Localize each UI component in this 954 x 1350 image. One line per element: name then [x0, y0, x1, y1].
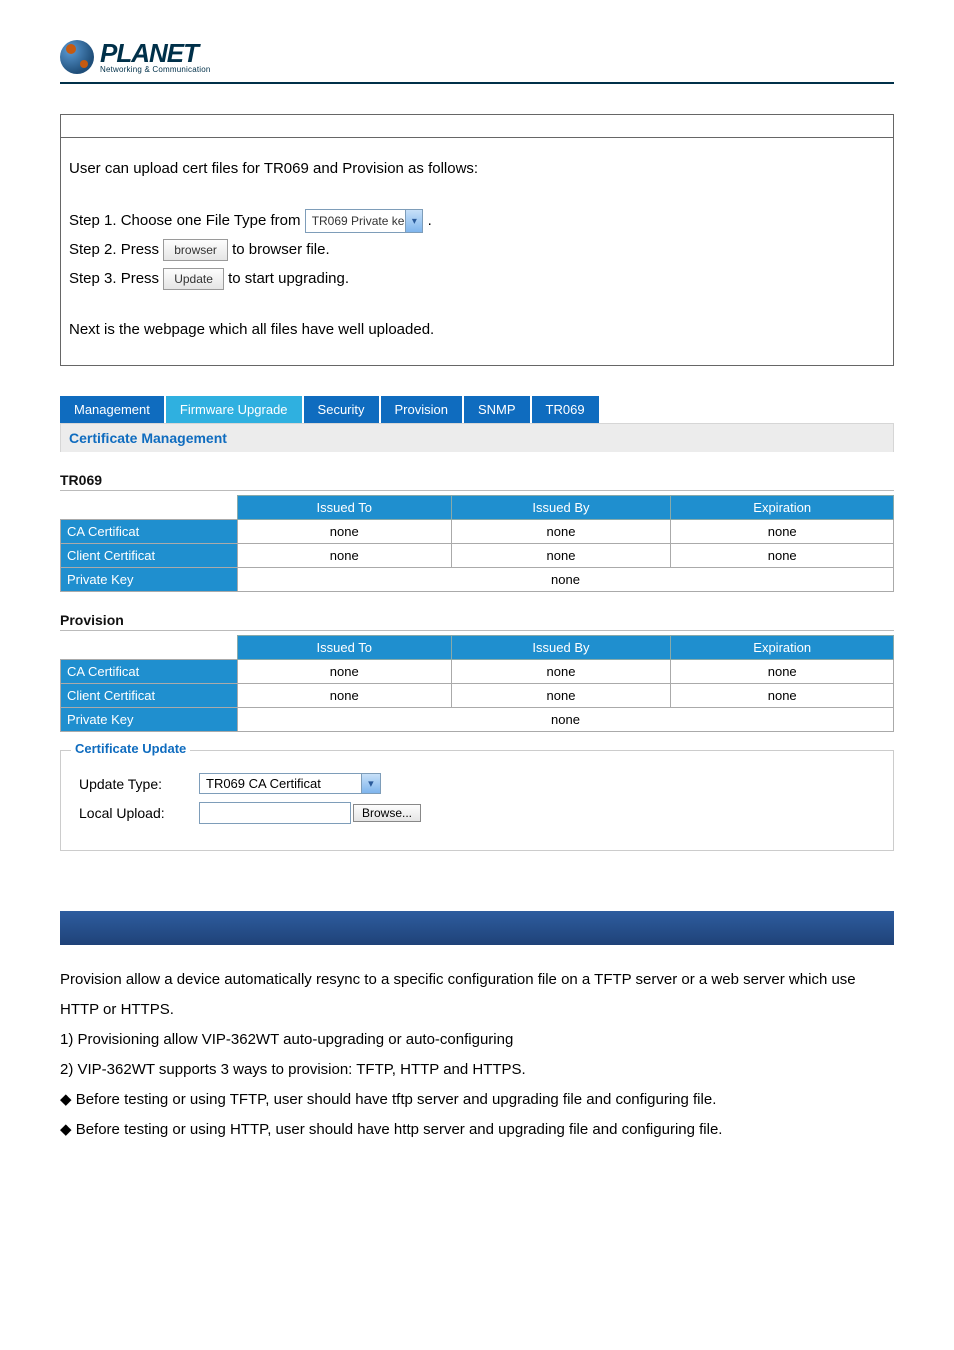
logo-brand: PLANET [100, 40, 211, 66]
cell-value: none [671, 544, 894, 568]
table-row: Client Certificatnonenonenone [61, 684, 894, 708]
step-1-pre: Step 1. Choose one File Type from [69, 212, 305, 229]
tab-tr069[interactable]: TR069 [532, 396, 601, 423]
row-span-value: none [238, 708, 894, 732]
cell-value: none [238, 544, 452, 568]
row-label: Private Key [61, 568, 238, 592]
logo: PLANET Networking & Communication [60, 40, 894, 74]
chevron-down-icon: ▾ [361, 774, 380, 793]
step-3: Step 3. Press Update to start upgrading. [69, 268, 885, 291]
logo-tagline: Networking & Communication [100, 66, 211, 74]
column-header: Issued To [238, 636, 452, 660]
instruction-box: User can upload cert files for TR069 and… [60, 114, 894, 366]
update-type-select[interactable]: TR069 CA Certificat ▾ [199, 773, 381, 794]
section-title: Certificate Management [60, 423, 894, 452]
column-header: Expiration [671, 636, 894, 660]
prose-list-item: 1) Provisioning allow VIP-362WT auto-upg… [60, 1025, 894, 1055]
row-label: Private Key [61, 708, 238, 732]
browse-button[interactable]: Browse... [353, 804, 421, 822]
local-upload-input[interactable] [199, 802, 351, 824]
tab-security[interactable]: Security [304, 396, 381, 423]
instruction-intro: User can upload cert files for TR069 and… [69, 158, 885, 181]
cell-value: none [238, 660, 452, 684]
cell-value: none [671, 660, 894, 684]
tab-provision[interactable]: Provision [381, 396, 464, 423]
local-upload-label: Local Upload: [79, 805, 199, 821]
tab-management[interactable]: Management [60, 396, 166, 423]
file-type-select[interactable]: TR069 Private ke ▾ [305, 209, 424, 233]
header-divider [60, 82, 894, 84]
table-row: CA Certificatnonenonenone [61, 660, 894, 684]
chevron-down-icon: ▾ [405, 210, 422, 232]
prose-list-item: 2) VIP-362WT supports 3 ways to provisio… [60, 1055, 894, 1085]
cell-value: none [238, 520, 452, 544]
cell-value: none [451, 544, 671, 568]
tab-firmware-upgrade[interactable]: Firmware Upgrade [166, 396, 304, 423]
provision-paragraph: Provision allow a device automatically r… [60, 965, 894, 1025]
instruction-next: Next is the webpage which all files have… [69, 319, 885, 342]
cell-value: none [451, 660, 671, 684]
cert-table-tr069: Issued ToIssued ByExpirationCA Certifica… [60, 495, 894, 592]
section-divider-bar [60, 911, 894, 945]
step-3-post: to start upgrading. [228, 270, 349, 287]
cell-value: none [238, 684, 452, 708]
file-type-select-value: TR069 Private ke [312, 214, 405, 228]
group-title-provision: Provision [60, 602, 894, 631]
column-header: Issued By [451, 636, 671, 660]
tab-bar: ManagementFirmware UpgradeSecurityProvis… [60, 396, 894, 423]
prose-list-item: ◆ Before testing or using TFTP, user sho… [60, 1085, 894, 1115]
column-header: Issued By [451, 496, 671, 520]
cell-value: none [671, 684, 894, 708]
step-2-pre: Step 2. Press [69, 241, 163, 258]
tab-snmp[interactable]: SNMP [464, 396, 532, 423]
step-2: Step 2. Press browser to browser file. [69, 239, 885, 262]
column-header: Expiration [671, 496, 894, 520]
certificate-update-legend: Certificate Update [71, 741, 190, 756]
row-label: Client Certificat [61, 544, 238, 568]
logo-icon [60, 40, 94, 74]
cell-value: none [451, 520, 671, 544]
step-3-pre: Step 3. Press [69, 270, 163, 287]
browser-button[interactable]: browser [163, 239, 228, 261]
instruction-box-header [61, 115, 893, 138]
table-row: Private Keynone [61, 708, 894, 732]
row-span-value: none [238, 568, 894, 592]
row-label: CA Certificat [61, 520, 238, 544]
cell-value: none [671, 520, 894, 544]
update-button[interactable]: Update [163, 268, 224, 290]
update-type-label: Update Type: [79, 776, 199, 792]
update-type-value: TR069 CA Certificat [200, 774, 361, 793]
step-1-post: . [428, 212, 432, 229]
prose-list-item: ◆ Before testing or using HTTP, user sho… [60, 1115, 894, 1145]
column-header: Issued To [238, 496, 452, 520]
table-row: CA Certificatnonenonenone [61, 520, 894, 544]
row-label: CA Certificat [61, 660, 238, 684]
cert-table-provision: Issued ToIssued ByExpirationCA Certifica… [60, 635, 894, 732]
certificate-update-panel: Certificate Update Update Type: TR069 CA… [60, 750, 894, 851]
step-1: Step 1. Choose one File Type from TR069 … [69, 209, 885, 233]
table-row: Client Certificatnonenonenone [61, 544, 894, 568]
step-2-post: to browser file. [232, 241, 330, 258]
cell-value: none [451, 684, 671, 708]
row-label: Client Certificat [61, 684, 238, 708]
table-row: Private Keynone [61, 568, 894, 592]
group-title-tr069: TR069 [60, 462, 894, 491]
